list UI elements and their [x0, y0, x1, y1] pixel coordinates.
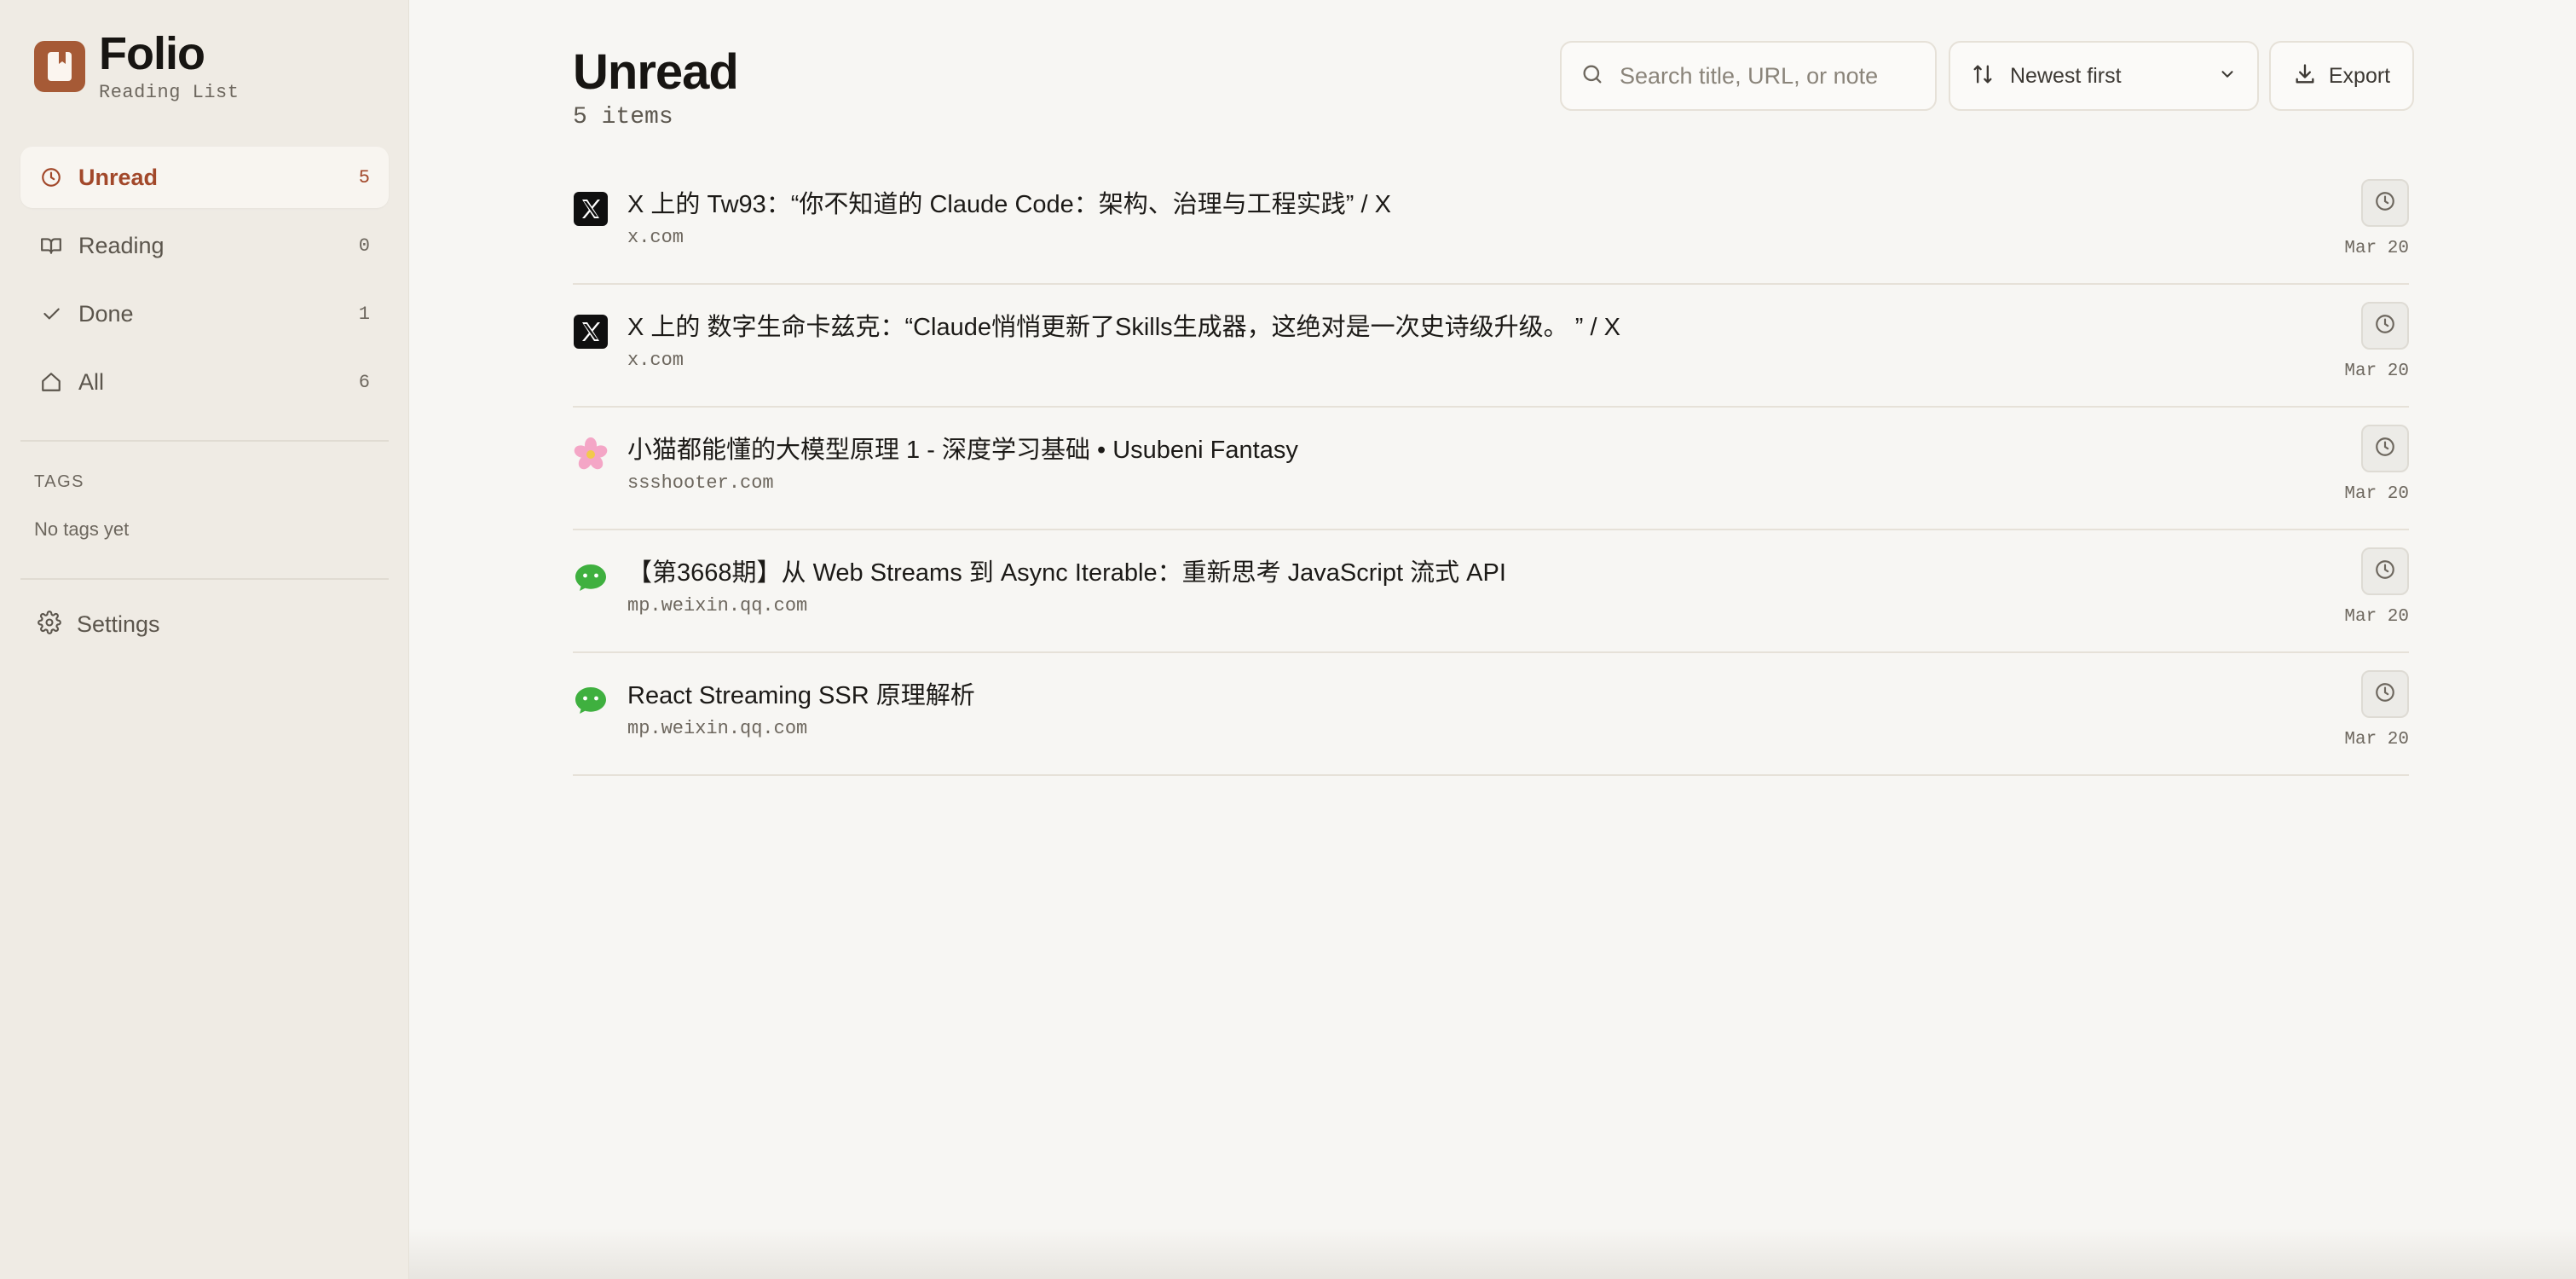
page-title: Unread [573, 44, 739, 100]
item-domain: x.com [627, 350, 684, 371]
item-title-link[interactable]: 小猫都能懂的大模型原理 1 - 深度学习基础 • Usubeni Fantasy [627, 430, 1298, 466]
sidebar-divider [20, 440, 389, 442]
item-title-link[interactable]: 【第3668期】从 Web Streams 到 Async Iterable：重… [627, 553, 1506, 588]
search-input[interactable] [1620, 62, 1909, 90]
item-count: 5 items [573, 104, 673, 130]
item-date: Mar 20 [2344, 362, 2409, 381]
list-item: 小猫都能懂的大模型原理 1 - 深度学习基础 • Usubeni Fantasy… [573, 408, 2409, 530]
sort-arrows-icon [1971, 62, 1995, 90]
book-open-icon [39, 234, 63, 258]
list-item: X 上的 数字生命卡兹克：“Claude悄悄更新了Skills生成器，这绝对是一… [573, 285, 2409, 408]
sort-dropdown[interactable]: Newest first [1949, 41, 2259, 111]
x-logo-icon [573, 191, 609, 227]
export-label: Export [2328, 63, 2391, 88]
sidebar-item-unread[interactable]: Unread 5 [20, 147, 389, 208]
check-icon [39, 302, 63, 326]
brand-subtitle: Reading List [99, 82, 240, 103]
clock-icon [2374, 190, 2396, 217]
brand-name: Folio [99, 28, 205, 79]
tags-empty-text: No tags yet [34, 518, 130, 540]
item-domain: mp.weixin.qq.com [627, 595, 808, 616]
clock-icon [2374, 681, 2396, 708]
item-status-button[interactable] [2361, 670, 2409, 718]
item-domain: ssshooter.com [627, 472, 774, 494]
item-title-link[interactable]: X 上的 数字生命卡兹克：“Claude悄悄更新了Skills生成器，这绝对是一… [627, 307, 1620, 343]
item-domain: mp.weixin.qq.com [627, 718, 808, 739]
search-box[interactable] [1560, 41, 1937, 111]
sidebar-item-label: Reading [78, 232, 165, 258]
sidebar-item-label: Done [78, 300, 134, 327]
item-date: Mar 20 [2344, 730, 2409, 749]
sidebar-item-count: 1 [358, 303, 370, 325]
wechat-icon [573, 559, 609, 595]
sidebar-item-all[interactable]: All 6 [20, 351, 389, 413]
list-item: 【第3668期】从 Web Streams 到 Async Iterable：重… [573, 530, 2409, 653]
item-title-link[interactable]: X 上的 Tw93：“你不知道的 Claude Code：架构、治理与工程实践”… [627, 184, 1391, 220]
sidebar-item-count: 5 [358, 166, 370, 188]
item-status-button[interactable] [2361, 547, 2409, 595]
clock-icon [2374, 313, 2396, 339]
sort-label: Newest first [2010, 63, 2122, 88]
brand: Folio Reading List [34, 31, 239, 103]
bookmark-book-icon [34, 41, 85, 92]
list-item: React Streaming SSR 原理解析 mp.weixin.qq.co… [573, 653, 2409, 776]
sakura-icon [573, 437, 609, 472]
sidebar-item-reading[interactable]: Reading 0 [20, 215, 389, 276]
item-status-button[interactable] [2361, 302, 2409, 350]
item-title-link[interactable]: React Streaming SSR 原理解析 [627, 675, 975, 711]
item-date: Mar 20 [2344, 239, 2409, 258]
sidebar-nav: Unread 5 Reading 0 Done 1 All 6 [20, 147, 389, 420]
settings-label: Settings [77, 611, 160, 637]
reading-list: X 上的 Tw93：“你不知道的 Claude Code：架构、治理与工程实践”… [573, 162, 2409, 776]
sidebar-item-count: 6 [358, 371, 370, 393]
x-logo-icon [573, 314, 609, 350]
sidebar-item-count: 0 [358, 234, 370, 257]
home-icon [39, 370, 63, 394]
bottom-shade [409, 1228, 2576, 1279]
item-domain: x.com [627, 227, 684, 248]
sidebar-divider [20, 578, 389, 580]
sidebar: Folio Reading List Unread 5 Reading 0 Do… [0, 0, 409, 1279]
item-status-button[interactable] [2361, 425, 2409, 472]
clock-icon [39, 165, 63, 189]
list-item: X 上的 Tw93：“你不知道的 Claude Code：架构、治理与工程实践”… [573, 162, 2409, 285]
tags-heading: TAGS [34, 472, 84, 491]
sidebar-item-settings[interactable]: Settings [20, 593, 389, 655]
sidebar-item-label: All [78, 368, 105, 395]
chevron-down-icon [2218, 65, 2237, 88]
gear-icon [38, 610, 61, 639]
sidebar-item-label: Unread [78, 164, 159, 190]
item-date: Mar 20 [2344, 484, 2409, 504]
main-content: Unread 5 items Newest first Export X 上的 … [409, 0, 2576, 1279]
clock-icon [2374, 436, 2396, 462]
wechat-icon [573, 682, 609, 718]
sidebar-item-done[interactable]: Done 1 [20, 283, 389, 344]
search-icon [1580, 62, 1604, 90]
download-icon [2293, 62, 2317, 90]
clock-icon [2374, 558, 2396, 585]
item-status-button[interactable] [2361, 179, 2409, 227]
export-button[interactable]: Export [2269, 41, 2414, 111]
item-date: Mar 20 [2344, 607, 2409, 627]
